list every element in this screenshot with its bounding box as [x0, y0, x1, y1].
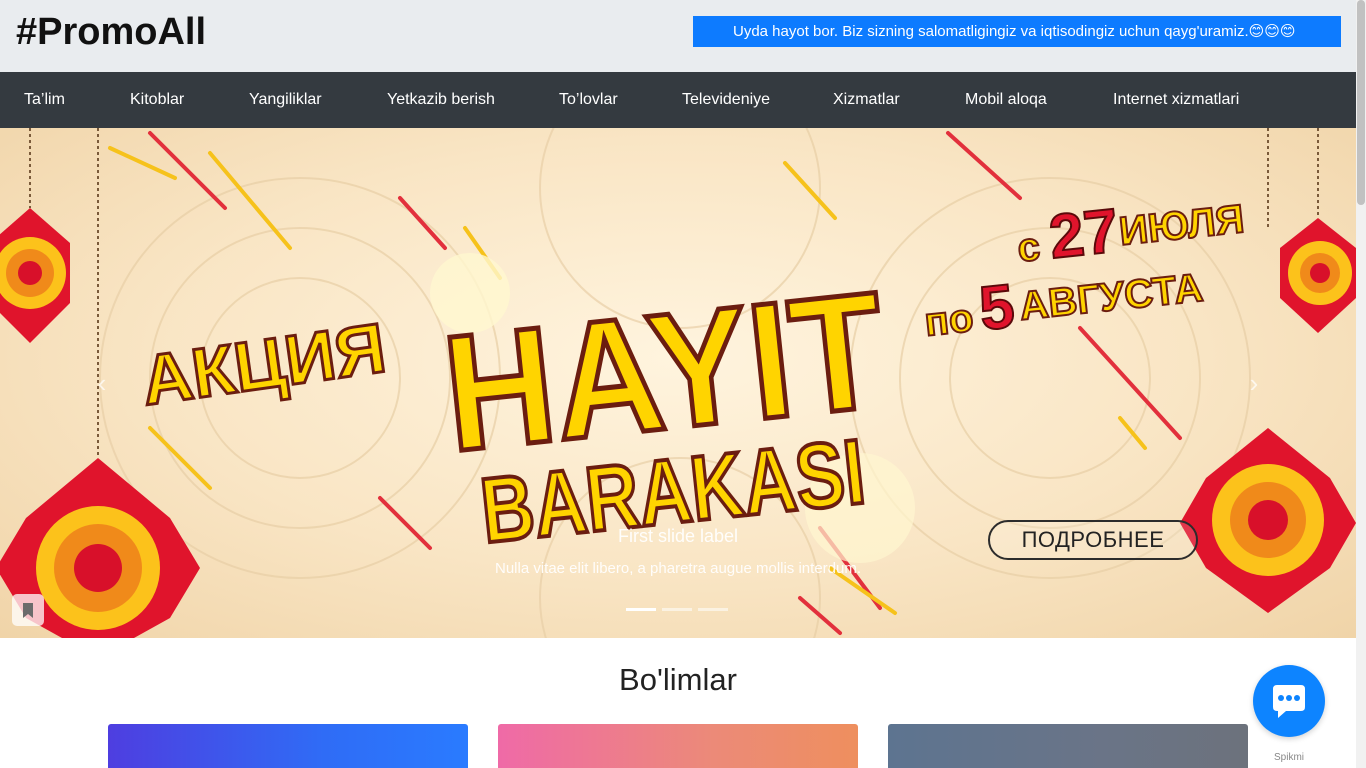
carousel-indicator-3[interactable] [698, 608, 728, 611]
nav-item-mobil-aloqa[interactable]: Mobil aloqa [965, 72, 1047, 128]
promo-carousel[interactable]: АКЦИЯ HAYIT BARAKASI с 27 ИЮЛЯ по 5 АВГУ… [0, 128, 1356, 638]
nav-item-talim[interactable]: Ta’lim [24, 72, 65, 128]
chat-button[interactable] [1253, 665, 1325, 737]
chevron-right-icon: › [1249, 368, 1259, 398]
carousel-caption-title: First slide label [617, 526, 739, 546]
top-header: #PromoAll Uyda hayot bor. Biz sizning sa… [0, 0, 1356, 72]
brand-logo[interactable]: #PromoAll [16, 10, 206, 54]
page-scrollbar[interactable] [1356, 0, 1366, 768]
nav-item-xizmatlar[interactable]: Xizmatlar [833, 72, 900, 128]
section-title: Bo'limlar [619, 662, 737, 697]
nav-item-internet-xizmatlari[interactable]: Internet xizmatlari [1113, 72, 1239, 128]
section-card-1[interactable] [108, 724, 468, 768]
chat-bubble-icon [1273, 685, 1305, 718]
chevron-left-icon: ‹ [97, 368, 107, 398]
nav-item-tolovlar[interactable]: To’lovlar [559, 72, 618, 128]
banner-akcia-text: АКЦИЯ [137, 309, 391, 420]
bookmark-button[interactable] [12, 594, 44, 626]
scrollbar-thumb[interactable] [1357, 0, 1365, 205]
banner-date-27: 27 [1046, 196, 1122, 272]
nav-item-kitoblar[interactable]: Kitoblar [130, 72, 184, 128]
carousel-prev-button[interactable]: ‹ [92, 368, 112, 398]
carousel-indicator-2[interactable] [662, 608, 692, 611]
carousel-caption-text: Nulla vitae elit libero, a pharetra augu… [494, 560, 862, 577]
banner-date-iyulya: ИЮЛЯ [1117, 197, 1246, 254]
banner-date-po: по [923, 296, 976, 345]
carousel-indicator-1[interactable] [626, 608, 656, 611]
nav-item-televideniye[interactable]: Televideniye [682, 72, 770, 128]
banner-date-5: 5 [976, 272, 1018, 344]
chat-label: Spikmi [1273, 752, 1304, 763]
banner-date-avgusta: АВГУСТА [1017, 266, 1205, 329]
carousel-next-button[interactable]: › [1244, 368, 1264, 398]
page: #PromoAll Uyda hayot bor. Biz sizning sa… [0, 0, 1366, 768]
banner-date-s: с [1015, 225, 1042, 271]
nav-item-yetkazib-berish[interactable]: Yetkazib berish [387, 72, 495, 128]
announcement-ticker: Uyda hayot bor. Biz sizning salomatligin… [693, 16, 1341, 47]
bookmark-icon [23, 603, 33, 618]
nav-item-yangiliklar[interactable]: Yangiliklar [249, 72, 322, 128]
section-card-3[interactable] [888, 724, 1248, 768]
section-card-2[interactable] [498, 724, 858, 768]
main-navbar: Ta’lim Kitoblar Yangiliklar Yetkazib ber… [0, 72, 1356, 128]
